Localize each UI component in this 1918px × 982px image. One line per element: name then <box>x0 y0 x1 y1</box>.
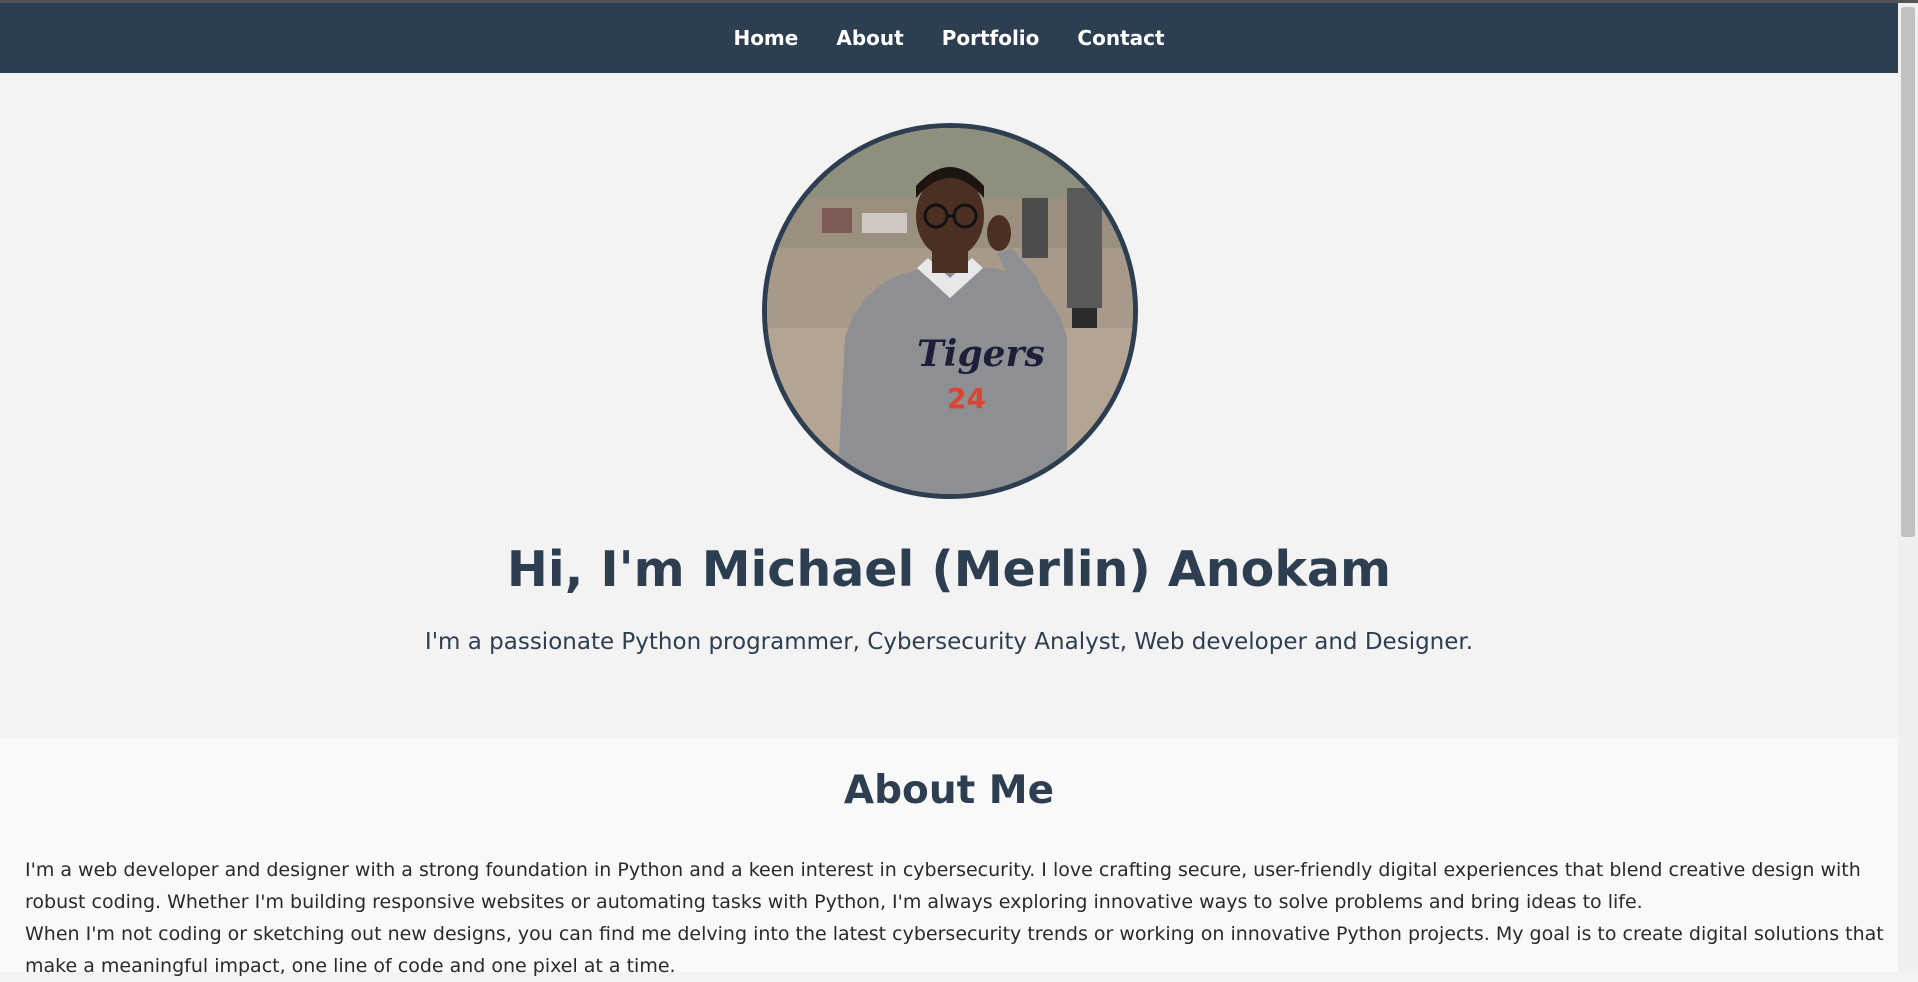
vertical-scrollbar[interactable] <box>1898 3 1918 972</box>
about-title: About Me <box>843 768 1055 813</box>
about-text: I'm a web developer and designer with a … <box>25 854 1885 982</box>
navbar: Home About Portfolio Contact <box>0 3 1898 73</box>
about-section: About Me I'm a web developer and designe… <box>0 738 1898 977</box>
nav-link-about[interactable]: About <box>836 26 903 50</box>
scrollbar-thumb[interactable] <box>1901 7 1915 537</box>
nav-links: Home About Portfolio Contact <box>0 3 1898 73</box>
nav-link-portfolio[interactable]: Portfolio <box>942 26 1040 50</box>
about-paragraph: When I'm not coding or sketching out new… <box>25 923 1884 977</box>
about-paragraph: I'm a web developer and designer with a … <box>25 859 1861 913</box>
nav-link-home[interactable]: Home <box>733 26 798 50</box>
svg-text:24: 24 <box>947 382 986 415</box>
hero-section: Tigers 24 Hi, I'm Michael (Merlin) Anoka… <box>0 73 1898 738</box>
nav-link-contact[interactable]: Contact <box>1077 26 1164 50</box>
person-photo-icon: Tigers 24 <box>767 128 1133 494</box>
svg-text:Tigers: Tigers <box>917 333 1045 375</box>
profile-photo: Tigers 24 <box>762 123 1138 499</box>
hero-subtitle: I'm a passionate Python programmer, Cybe… <box>424 629 1474 655</box>
hero-title: Hi, I'm Michael (Merlin) Anokam <box>506 541 1392 598</box>
